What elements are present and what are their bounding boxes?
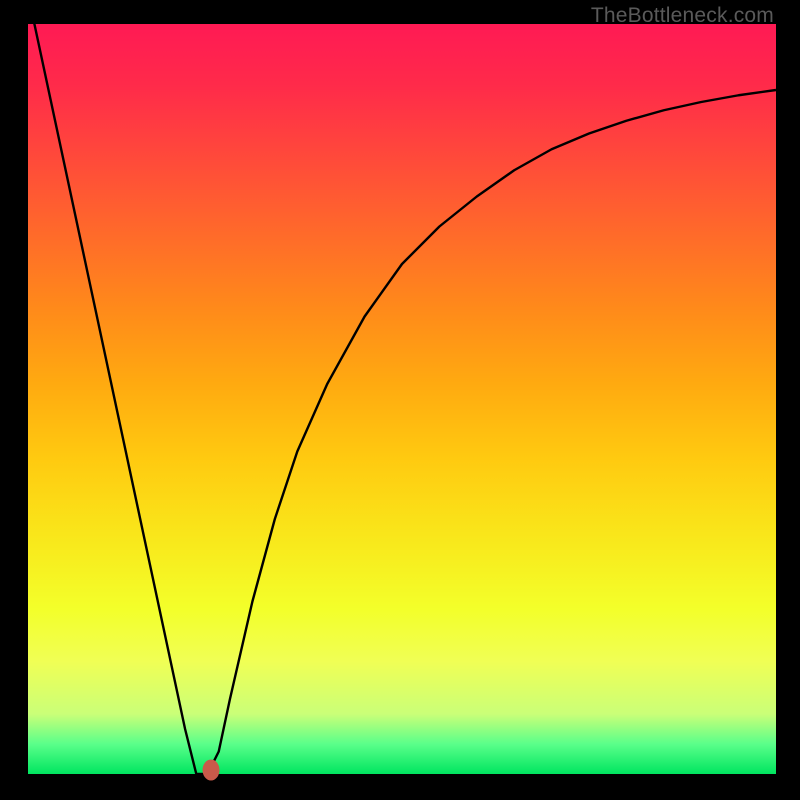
optimum-marker (203, 760, 220, 781)
curve-layer (28, 24, 776, 774)
plot-area (28, 24, 776, 774)
bottleneck-curve (28, 0, 776, 774)
watermark-text: TheBottleneck.com (591, 4, 774, 28)
